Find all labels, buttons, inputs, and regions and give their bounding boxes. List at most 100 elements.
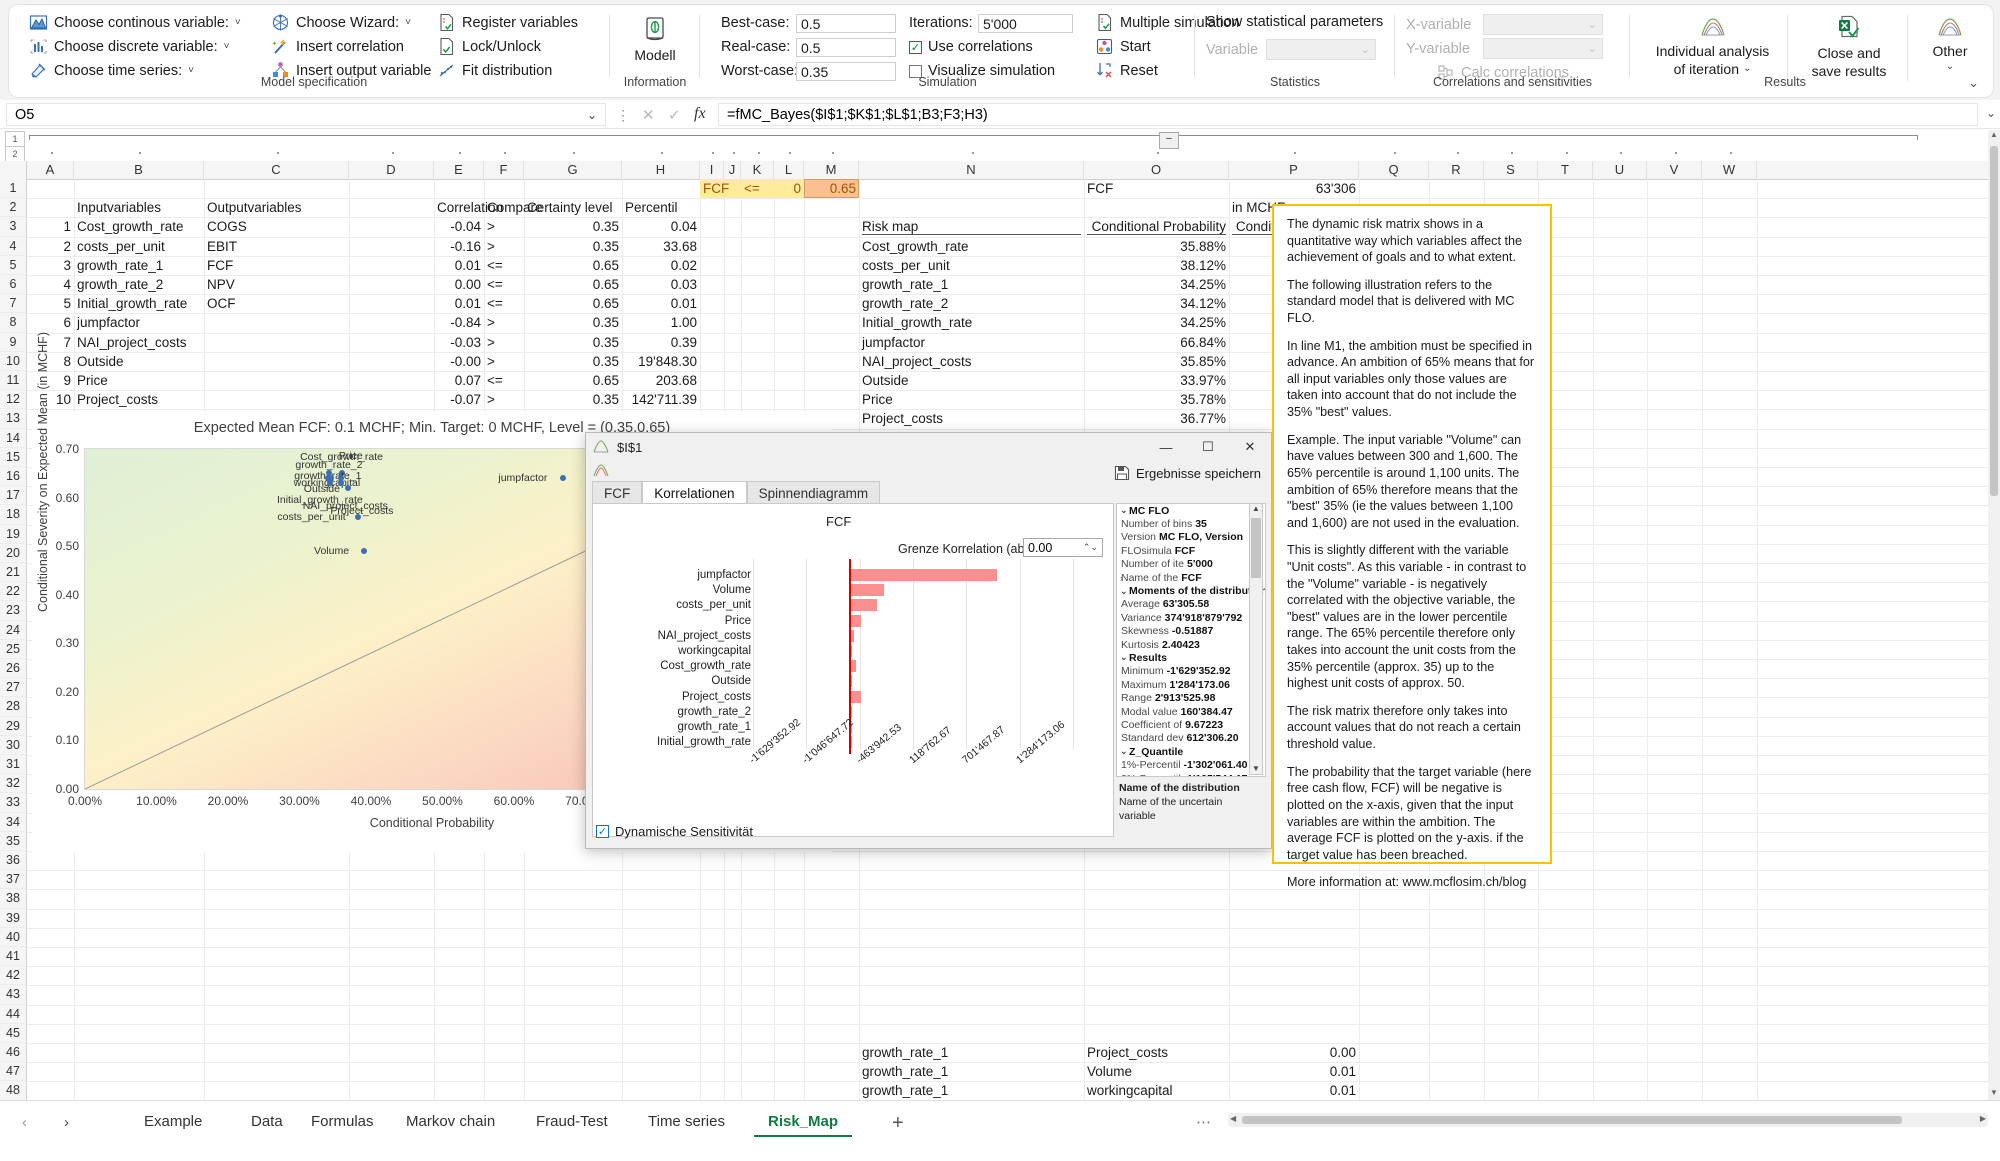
cell-N47[interactable]: growth_rate_1 bbox=[862, 1064, 1081, 1079]
column-header-N[interactable]: N bbox=[859, 161, 1084, 179]
cell-F11[interactable]: <= bbox=[487, 373, 521, 388]
best-case-input[interactable]: 0.5 bbox=[796, 14, 896, 33]
cell-B11[interactable]: Price bbox=[77, 373, 201, 388]
cell-F5[interactable]: <= bbox=[487, 258, 521, 273]
expand-icon[interactable]: ⌄ bbox=[1120, 505, 1128, 516]
row-header-16[interactable]: 16 bbox=[0, 467, 27, 487]
variable-select[interactable]: ⌄ bbox=[1266, 39, 1376, 60]
column-header-Q[interactable]: Q bbox=[1359, 161, 1429, 179]
row-header-39[interactable]: 39 bbox=[0, 908, 27, 928]
real-case-input[interactable]: 0.5 bbox=[796, 38, 896, 57]
cell-N3[interactable]: Risk map bbox=[862, 219, 1081, 236]
ellipsis-icon[interactable]: ⋯ bbox=[1196, 1113, 1211, 1131]
cell-P48[interactable]: 0.01 bbox=[1232, 1083, 1356, 1098]
cell-A7[interactable]: 5 bbox=[30, 296, 71, 311]
iterations-input[interactable]: 5'000 bbox=[978, 14, 1073, 33]
statistics-row[interactable]: Number of ite 5'000 bbox=[1117, 558, 1265, 571]
statistics-row[interactable]: Average 63'305.58 bbox=[1117, 598, 1265, 611]
chevron-down-icon[interactable]: ⌄ bbox=[1743, 63, 1751, 75]
cell-G8[interactable]: 0.35 bbox=[527, 315, 619, 330]
choose-continuous-variable-button[interactable]: Choose continous variable: ˅ bbox=[29, 13, 241, 32]
cell-A5[interactable]: 3 bbox=[30, 258, 71, 273]
cell-B3[interactable]: Cost_growth_rate bbox=[77, 219, 201, 234]
column-header-W[interactable]: W bbox=[1702, 161, 1757, 179]
cell-H10[interactable]: 19'848.30 bbox=[625, 354, 697, 369]
row-header-10[interactable]: 10 bbox=[0, 351, 27, 371]
cell-K1[interactable]: <= bbox=[744, 181, 771, 196]
cell-O1[interactable]: FCF bbox=[1087, 181, 1226, 196]
sheet-tab-example[interactable]: Example bbox=[130, 1107, 216, 1135]
select-all-corner[interactable] bbox=[0, 161, 27, 179]
row-header-31[interactable]: 31 bbox=[0, 755, 27, 775]
statistics-row[interactable]: › Name of the FCF bbox=[1117, 571, 1265, 584]
confirm-icon[interactable]: ✓ bbox=[668, 106, 681, 124]
cell-B8[interactable]: jumpfactor bbox=[77, 315, 201, 330]
column-header-C[interactable]: C bbox=[204, 161, 349, 179]
cell-E4[interactable]: -0.16 bbox=[437, 239, 481, 254]
column-header-S[interactable]: S bbox=[1484, 161, 1538, 179]
statistics-row[interactable]: Standard dev 612'306.20 bbox=[1117, 732, 1265, 745]
cell-B2[interactable]: Inputvariables bbox=[77, 200, 201, 215]
cell-E6[interactable]: 0.00 bbox=[437, 277, 481, 292]
formula-input[interactable]: =fMC_Bayes($I$1;$K$1;$L$1;B3;F3;H3) bbox=[718, 103, 1978, 126]
row-header-45[interactable]: 45 bbox=[0, 1023, 27, 1043]
column-header-D[interactable]: D bbox=[349, 161, 434, 179]
statistics-list[interactable]: ⌄ MC FLO Number of bins 35 Version MC FLO, Ve… bbox=[1117, 504, 1265, 776]
statistics-panel[interactable]: ⌄ MC FLO Number of bins 35 Version MC FLO, Ve… bbox=[1116, 503, 1266, 777]
chevron-down-icon[interactable]: ⌄ bbox=[1946, 61, 1954, 73]
scroll-up-icon[interactable]: ▲ bbox=[1989, 130, 1999, 142]
cell-F10[interactable]: > bbox=[487, 354, 521, 369]
chevron-down-icon[interactable]: ˅ bbox=[235, 17, 241, 28]
start-button[interactable]: Start bbox=[1095, 37, 1151, 56]
cell-F12[interactable]: > bbox=[487, 392, 521, 407]
scroll-left-icon[interactable]: ◀ bbox=[1230, 1114, 1236, 1123]
row-header-32[interactable]: 32 bbox=[0, 774, 27, 794]
expand-icon[interactable]: ⌄ bbox=[1120, 746, 1128, 757]
cell-G10[interactable]: 0.35 bbox=[527, 354, 619, 369]
statistics-row[interactable]: ⌄ Z_Quantile bbox=[1117, 745, 1265, 758]
spinner-icon[interactable]: ⌃⌄ bbox=[1083, 542, 1098, 553]
row-header-8[interactable]: 8 bbox=[0, 313, 27, 333]
cell-E8[interactable]: -0.84 bbox=[437, 315, 481, 330]
cell-O11[interactable]: 33.97% bbox=[1087, 373, 1226, 388]
column-header-T[interactable]: T bbox=[1538, 161, 1593, 179]
column-header-R[interactable]: R bbox=[1429, 161, 1484, 179]
tab-fcf[interactable]: FCF bbox=[592, 481, 643, 505]
row-header-25[interactable]: 25 bbox=[0, 639, 27, 659]
cell-N5[interactable]: costs_per_unit bbox=[862, 258, 1081, 273]
cell-O9[interactable]: 66.84% bbox=[1087, 335, 1226, 350]
tab-spinnendiagramm[interactable]: Spinnendiagramm bbox=[746, 481, 881, 505]
cell-P46[interactable]: 0.00 bbox=[1232, 1045, 1356, 1060]
choose-discrete-variable-button[interactable]: Choose discrete variable: ˅ bbox=[29, 37, 229, 56]
chevron-left-icon[interactable]: ‹ bbox=[22, 1114, 27, 1131]
cell-O10[interactable]: 35.85% bbox=[1087, 354, 1226, 369]
cell-H5[interactable]: 0.02 bbox=[625, 258, 697, 273]
row-header-30[interactable]: 30 bbox=[0, 735, 27, 755]
expand-icon[interactable]: ⌄ bbox=[1120, 652, 1128, 663]
tab-korrelationen[interactable]: Korrelationen bbox=[642, 481, 747, 505]
row-header-37[interactable]: 37 bbox=[0, 870, 27, 890]
cancel-icon[interactable]: ✕ bbox=[642, 106, 655, 124]
column-header-J[interactable]: J bbox=[724, 161, 741, 179]
row-header-48[interactable]: 48 bbox=[0, 1081, 27, 1100]
statistics-row[interactable]: Skewness -0.51887 bbox=[1117, 625, 1265, 638]
x-variable-select[interactable]: ⌄ bbox=[1483, 14, 1603, 35]
column-header-L[interactable]: L bbox=[774, 161, 804, 179]
cell-O3[interactable]: Conditional Probability bbox=[1087, 219, 1226, 236]
maximize-icon[interactable]: ☐ bbox=[1187, 433, 1229, 461]
row-header-11[interactable]: 11 bbox=[0, 371, 27, 391]
cell-L1[interactable]: 0 bbox=[777, 181, 801, 196]
cell-B12[interactable]: Project_costs bbox=[77, 392, 201, 407]
cell-F8[interactable]: > bbox=[487, 315, 521, 330]
row-header-5[interactable]: 5 bbox=[0, 255, 27, 275]
save-results-button[interactable]: Ergebnisse speichern bbox=[1114, 465, 1261, 481]
cell-E9[interactable]: -0.03 bbox=[437, 335, 481, 350]
column-header-G[interactable]: G bbox=[524, 161, 622, 179]
cell-N11[interactable]: Outside bbox=[862, 373, 1081, 388]
statistics-row[interactable]: FLOsimula FCF bbox=[1117, 544, 1265, 557]
cell-N6[interactable]: growth_rate_1 bbox=[862, 277, 1081, 292]
outline-level-1[interactable]: 1 bbox=[5, 131, 25, 147]
statistics-row[interactable]: Number of bins 35 bbox=[1117, 517, 1265, 530]
row-header-29[interactable]: 29 bbox=[0, 716, 27, 736]
statistics-row[interactable]: ⌄ Moments of the distribution bbox=[1117, 584, 1265, 597]
